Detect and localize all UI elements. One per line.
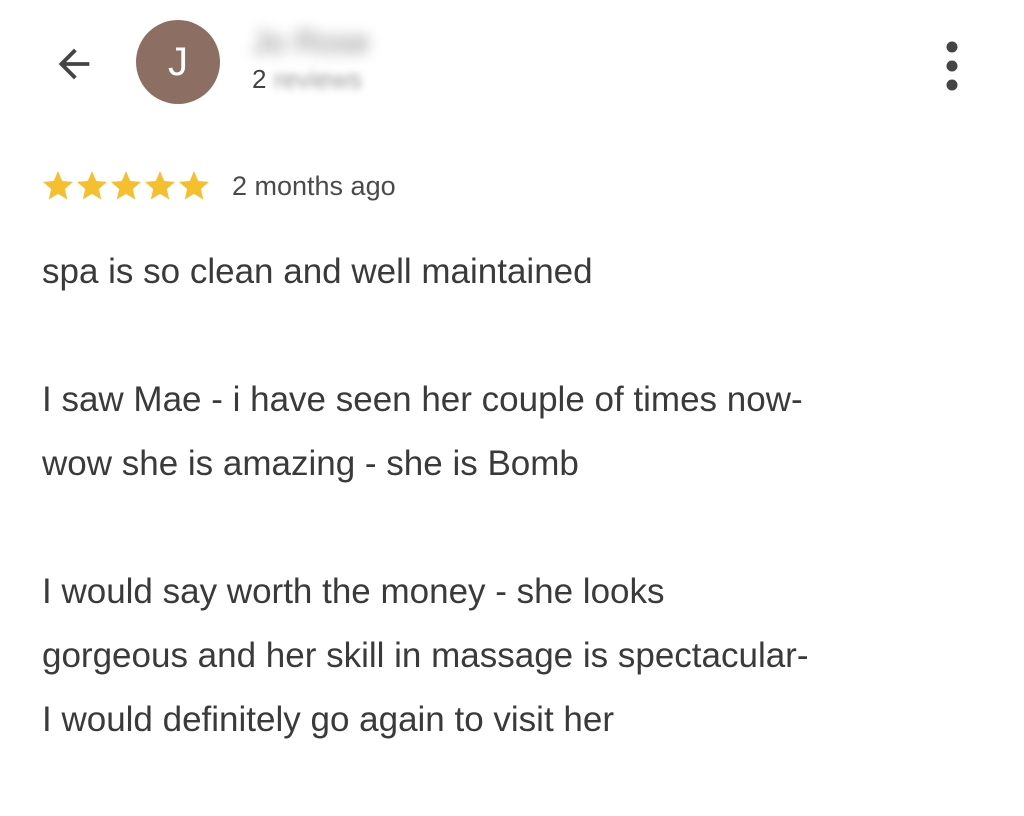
arrow-left-icon [58,48,90,80]
review-time-ago: 2 months ago [232,170,396,201]
star-icon [179,171,209,200]
review-header: J Jo Rose 2 reviews [0,0,1024,130]
reviewer-info[interactable]: Jo Rose 2 reviews [252,22,369,94]
review-line: gorgeous and her skill in massage is spe… [42,636,809,675]
star-icon [77,171,107,200]
star-rating [40,168,210,204]
review-line: I would definitely go again to visit her [42,700,614,739]
reviewer-review-count: 2 reviews [252,64,369,94]
star-icon [43,171,73,200]
review-line: wow she is amazing - she is Bomb [42,444,579,483]
review-paragraph: spa is so clean and well maintained [42,240,992,304]
review-count-number: 2 [252,64,267,94]
review-line: spa is so clean and well maintained [42,252,593,291]
more-options-button[interactable] [920,34,984,98]
review-text: spa is so clean and well maintained I saw… [42,240,992,816]
review-count-suffix: reviews [273,64,362,94]
review-paragraph: I would say worth the money - she looks g… [42,560,992,752]
review-line: I would say worth the money - she looks [42,572,665,611]
more-vert-icon [946,41,958,91]
rating-row: 2 months ago [40,166,396,206]
review-line: I saw Mae - i have seen her couple of ti… [42,380,803,419]
star-icon [111,171,141,200]
back-button[interactable] [44,36,104,92]
reviewer-name: Jo Rose [252,24,370,60]
avatar[interactable]: J [136,20,220,104]
star-icon [145,171,175,200]
review-paragraph: I saw Mae - i have seen her couple of ti… [42,368,992,496]
avatar-initial: J [168,39,188,84]
